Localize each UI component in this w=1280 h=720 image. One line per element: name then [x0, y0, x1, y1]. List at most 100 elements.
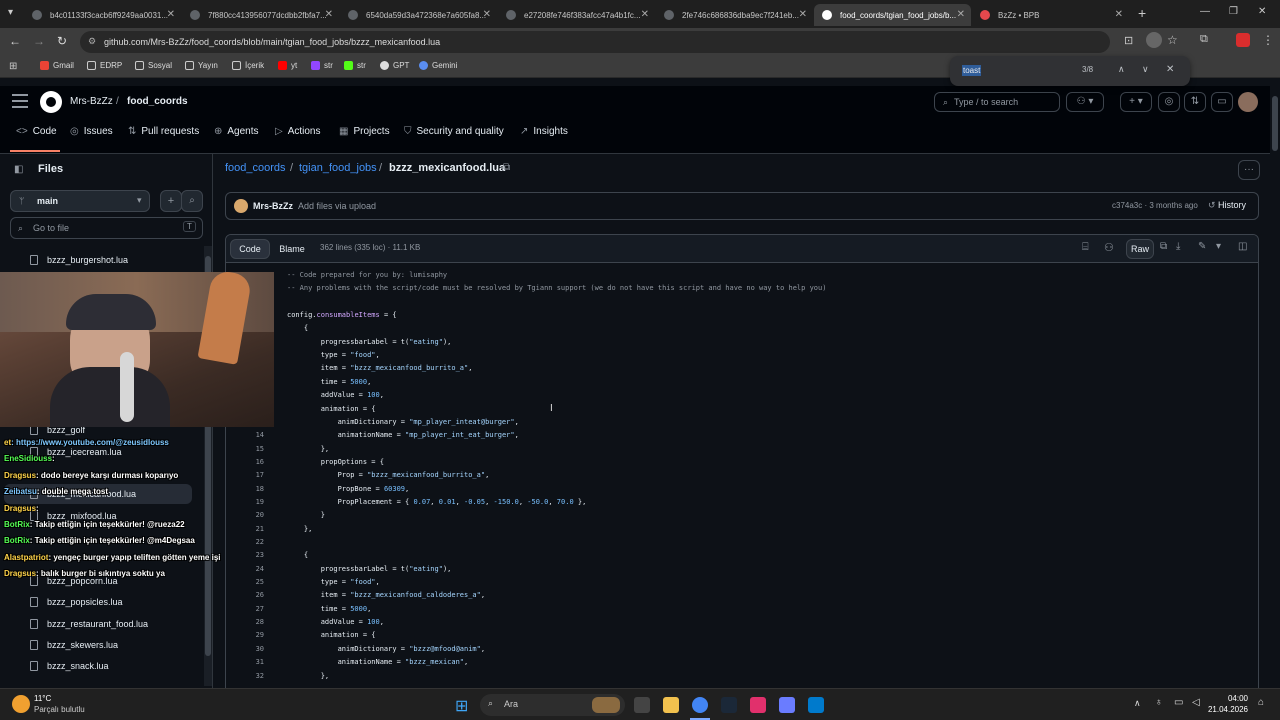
line-number[interactable]: 29 [226, 631, 264, 639]
tab-search-icon[interactable]: ▾ [8, 7, 13, 18]
forward-icon[interactable]: → [33, 34, 45, 48]
close-icon[interactable]: ✕ [325, 9, 333, 20]
file-item[interactable]: bzzz_burgershot.lua [30, 255, 128, 265]
find-close-icon[interactable]: ✕ [1166, 64, 1174, 75]
breadcrumb-folder-link[interactable]: tgian_food_jobs [299, 162, 377, 174]
line-number[interactable]: 15 [226, 445, 264, 453]
hamburger-menu-icon[interactable] [12, 94, 28, 108]
breadcrumb-root-link[interactable]: food_coords [225, 162, 286, 174]
line-number[interactable]: 26 [226, 591, 264, 599]
page-scrollbar[interactable] [1270, 86, 1280, 688]
apps-grid-icon[interactable]: ⊞ [9, 61, 17, 72]
line-number[interactable]: 20 [226, 511, 264, 519]
google-lens-icon[interactable] [1146, 32, 1162, 48]
copilot-button[interactable]: ⚇ ▾ [1066, 92, 1104, 112]
edit-pencil-icon[interactable]: ✎ [1198, 241, 1206, 252]
bookmark-gemini[interactable]: Gemini [419, 61, 457, 70]
copy-path-icon[interactable]: ⧉ [503, 162, 510, 173]
browser-tab-1[interactable]: b4c01133f3cacb6ff9249aa0031... ✕ [24, 4, 181, 26]
bookmark-sosyal[interactable]: Sosyal [135, 61, 172, 70]
file-item[interactable]: bzzz_restaurant_food.lua [30, 619, 148, 629]
bookmark-yayin[interactable]: Yayın [185, 61, 218, 70]
line-number[interactable]: 28 [226, 618, 264, 626]
browser-tab-7[interactable]: BzZz • BPB ✕ [972, 4, 1129, 26]
inbox-icon[interactable]: ▭ [1211, 92, 1233, 112]
weather-temp[interactable]: 11°C [34, 694, 51, 703]
steam-icon[interactable] [721, 697, 737, 713]
tab-projects[interactable]: ▦ Projects [339, 126, 390, 137]
line-number[interactable]: 19 [226, 498, 264, 506]
repo-owner-link[interactable]: Mrs-BzZz [70, 96, 113, 107]
search-files-button[interactable]: ⌕ [181, 190, 203, 212]
close-icon[interactable]: ✕ [957, 9, 965, 20]
bookmark-str-1[interactable]: str [311, 61, 333, 70]
line-number[interactable]: 31 [226, 658, 264, 666]
reload-icon[interactable]: ↻ [57, 34, 67, 48]
bookmark-icerik[interactable]: İçerik [232, 61, 264, 70]
maximize-icon[interactable]: ❐ [1229, 6, 1238, 17]
raw-button[interactable]: Raw [1126, 239, 1154, 259]
line-number[interactable]: 14 [226, 431, 264, 439]
close-window-icon[interactable]: ✕ [1258, 6, 1266, 17]
tab-security[interactable]: ⛉ Security and quality [404, 126, 504, 137]
line-number[interactable]: 17 [226, 471, 264, 479]
more-options-button[interactable]: ··· [1238, 160, 1260, 180]
file-item[interactable]: bzzz_snack.lua [30, 661, 109, 671]
code-tab[interactable]: Code [230, 239, 270, 259]
browser-tab-3[interactable]: 6540da59d3a472368e7a605fa8... ✕ [340, 4, 497, 26]
file-item[interactable]: bzzz_popsicles.lua [30, 597, 123, 607]
new-tab-button[interactable]: + [1138, 5, 1146, 21]
bookmark-star-icon[interactable]: ☆ [1167, 33, 1178, 47]
go-to-file-input[interactable]: ⌕ Go to file T [10, 217, 203, 239]
commit-message[interactable]: Add files via upload [298, 201, 376, 211]
file-explorer-icon[interactable] [663, 697, 679, 713]
bookmark-gpt[interactable]: GPT [380, 61, 409, 70]
url-bar[interactable]: ⚙ github.com/Mrs-BzZz/food_coords/blob/m… [80, 31, 1110, 53]
vscode-icon[interactable] [808, 697, 824, 713]
bookmark-yt[interactable]: yt [278, 61, 297, 70]
task-view-icon[interactable] [634, 697, 650, 713]
line-number[interactable]: 27 [226, 605, 264, 613]
taskbar-search[interactable]: ⌕ Ara [480, 694, 625, 716]
symbols-panel-icon[interactable]: ◫ [1238, 241, 1247, 252]
github-logo-icon[interactable] [40, 91, 62, 113]
browser-tab-2[interactable]: 7f880cc413956077dcdbb2fbfa7... ✕ [182, 4, 339, 26]
clock-date[interactable]: 21.04.2026 [1203, 705, 1248, 714]
copilot-icon[interactable]: ⚇ [1104, 241, 1114, 254]
app-icon[interactable] [750, 697, 766, 713]
symbols-icon[interactable]: ⌸ [1082, 241, 1089, 254]
line-number[interactable]: 23 [226, 551, 264, 559]
file-item[interactable]: bzzz_skewers.lua [30, 640, 118, 650]
bookmark-gmail[interactable]: Gmail [40, 61, 74, 70]
install-icon[interactable]: ⊡ [1124, 34, 1133, 47]
close-icon[interactable]: ✕ [1115, 9, 1123, 20]
back-icon[interactable]: ← [9, 34, 21, 48]
line-number[interactable]: 25 [226, 578, 264, 586]
copy-icon[interactable]: ⧉ [1160, 241, 1167, 252]
close-icon[interactable]: ✕ [641, 9, 649, 20]
bookmark-str-2[interactable]: str [344, 61, 366, 70]
close-icon[interactable]: ✕ [483, 9, 491, 20]
download-icon[interactable]: ⤓ [1176, 241, 1180, 252]
clock-time[interactable]: 04:00 [1203, 694, 1248, 703]
repo-name-link[interactable]: food_coords [127, 96, 188, 107]
close-icon[interactable]: ✕ [167, 9, 175, 20]
browser-tab-4[interactable]: e27208fe746f383afcc47a4b1fc... ✕ [498, 4, 655, 26]
line-number[interactable]: 21 [226, 525, 264, 533]
close-icon[interactable]: ✕ [799, 9, 807, 20]
pull-requests-icon[interactable]: ⇅ [1184, 92, 1206, 112]
branch-selector[interactable]: ᛘ main ▾ [10, 190, 150, 212]
menu-kebab-icon[interactable]: ⋮ [1262, 33, 1274, 47]
scrollbar-thumb[interactable] [1272, 96, 1278, 151]
windows-start-icon[interactable]: ⊞ [455, 696, 468, 716]
line-number[interactable]: 18 [226, 485, 264, 493]
tab-insights[interactable]: ↗ Insights [520, 126, 568, 137]
history-link[interactable]: ↺ History [1208, 200, 1246, 211]
tab-actions[interactable]: ▷ Actions [275, 126, 321, 137]
blame-tab[interactable]: Blame [272, 239, 312, 259]
line-number[interactable]: 32 [226, 672, 264, 680]
collapse-sidebar-icon[interactable]: ◧ [14, 164, 23, 175]
extension-badge-icon[interactable] [1236, 33, 1250, 47]
tab-issues[interactable]: ◎ Issues [70, 126, 113, 137]
tab-pull-requests[interactable]: ⇅ Pull requests [128, 126, 199, 137]
